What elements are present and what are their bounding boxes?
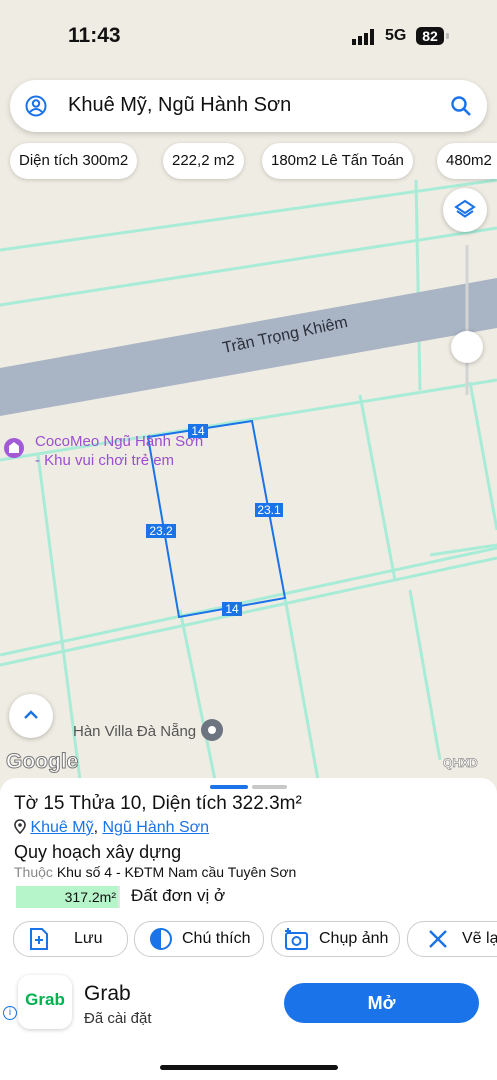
search-bar[interactable]: Khuê Mỹ, Ngũ Hành Sơn: [10, 80, 487, 132]
district-link[interactable]: Ngũ Hành Sơn: [102, 819, 209, 836]
area-bar: 317.2m²: [16, 886, 120, 908]
camera-add-icon: [285, 928, 308, 950]
svg-text:Hàn Villa Đà Nẵng: Hàn Villa Đà Nẵng: [73, 723, 196, 740]
chip-filter-4[interactable]: 480m2: [437, 143, 497, 179]
plan-zone: Thuộc Khu số 4 - KĐTM Nam cầu Tuyên Sơn: [14, 864, 296, 880]
expand-button[interactable]: [9, 694, 53, 738]
ad-app-name: Grab: [84, 982, 131, 1005]
google-logo: Google: [6, 750, 78, 773]
plan-title: Quy hoạch xây dựng: [14, 842, 182, 862]
account-icon[interactable]: [25, 95, 47, 117]
redraw-label: Vẽ lại: [462, 930, 497, 947]
battery-tip: [446, 33, 449, 39]
sheet-handle-active[interactable]: [210, 785, 248, 789]
save-label: Lưu: [74, 930, 103, 947]
search-icon[interactable]: [450, 95, 472, 117]
ruler-pencil-icon: [429, 930, 447, 948]
svg-text:CocoMeo Ngũ Hành Sơn: CocoMeo Ngũ Hành Sơn: [35, 433, 203, 450]
redraw-button[interactable]: Vẽ lại: [407, 921, 497, 957]
parcel-edge-right-label: 23.1: [255, 503, 283, 517]
battery-icon: 82: [416, 27, 444, 45]
parcel-location: Khuê Mỹ, Ngũ Hành Sơn: [14, 819, 209, 837]
layers-button[interactable]: [443, 188, 487, 232]
sheet-handle-inactive[interactable]: [252, 785, 287, 789]
location-marker-icon: [14, 819, 26, 835]
ad-info-icon[interactable]: i: [3, 1006, 17, 1020]
zone-prefix: Thuộc: [14, 864, 53, 880]
status-bar: 11:43 5G 82: [0, 0, 497, 72]
svg-text:14: 14: [225, 602, 239, 616]
clock: 11:43: [68, 24, 121, 47]
chip-filter-3[interactable]: 180m2 Lê Tấn Toán: [262, 143, 413, 179]
open-app-button[interactable]: Mở: [284, 983, 479, 1023]
search-query[interactable]: Khuê Mỹ, Ngũ Hành Sơn: [68, 94, 291, 117]
ward-link[interactable]: Khuê Mỹ: [30, 819, 93, 836]
legend-button[interactable]: Chú thích: [134, 921, 264, 957]
photo-label: Chụp ảnh: [319, 930, 389, 947]
grab-logo[interactable]: Grab: [18, 975, 72, 1029]
parcel-title: Tờ 15 Thửa 10, Diện tích 322.3m²: [14, 793, 302, 814]
photo-button[interactable]: Chụp ảnh: [271, 921, 400, 957]
layer-tag: QHXD: [443, 756, 478, 770]
svg-text:- Khu vui chơi trẻ em: - Khu vui chơi trẻ em: [35, 452, 174, 469]
opacity-slider-thumb[interactable]: [451, 331, 483, 363]
add-file-icon: [30, 928, 48, 950]
network-type: 5G: [385, 27, 407, 44]
chip-filter-1[interactable]: Diện tích 300m2: [10, 143, 138, 179]
ad-install-status: Đã cài đặt: [84, 1010, 152, 1027]
layers-icon: [454, 199, 476, 218]
area-value: 317.2m²: [64, 889, 116, 905]
contrast-icon: [150, 928, 172, 950]
cell-signal-icon: [352, 29, 374, 45]
zone-name: Khu số 4 - KĐTM Nam cầu Tuyên Sơn: [56, 864, 297, 880]
parcel-edge-bottom-label: 14: [222, 602, 242, 616]
home-indicator[interactable]: [160, 1065, 338, 1070]
chevron-up-icon: [24, 710, 38, 719]
chip-filter-2[interactable]: 222,2 m2: [163, 143, 244, 179]
save-button[interactable]: Lưu: [13, 921, 128, 957]
parcel-edge-left-label: 23.2: [146, 524, 176, 538]
land-use-label: Đất đơn vị ở: [131, 886, 226, 905]
legend-label: Chú thích: [182, 930, 251, 947]
svg-text:23.1: 23.1: [257, 503, 281, 517]
parcel-info-sheet[interactable]: Tờ 15 Thửa 10, Diện tích 322.3m² Khuê Mỹ…: [0, 778, 497, 1080]
svg-text:23.2: 23.2: [149, 524, 173, 538]
